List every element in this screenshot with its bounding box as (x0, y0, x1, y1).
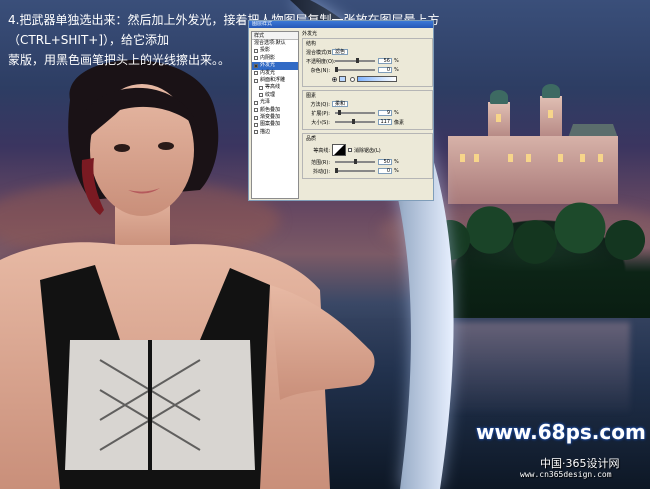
style-checkbox[interactable] (254, 108, 258, 113)
style-list-item[interactable]: 光泽 (252, 99, 298, 106)
technique-label: 方法(Q): (310, 101, 330, 108)
style-list-item-label: 描边 (260, 128, 271, 135)
outer-glow-panel: 外发光 结构 混合模式(B): 滤色 不透明度(O): 56 % 杂色(N): … (302, 31, 433, 199)
site-watermark: www.68ps.com (476, 420, 646, 444)
spread-label: 扩展(P): (311, 110, 330, 117)
noise-unit: % (394, 67, 399, 73)
style-checkbox[interactable] (254, 49, 258, 54)
style-list-item-label: 颜色叠加 (260, 106, 281, 113)
technique-select[interactable]: 柔和 (332, 101, 349, 107)
style-list-item[interactable]: 图案叠加 (252, 121, 298, 128)
style-list-header[interactable]: 样式 (252, 32, 298, 40)
layer-style-dialog: 图层样式 样式 混合选项:默认 投影 内阴影 外发光 内发光 斜面和浮雕 等高线 纹理 光泽 颜色… (248, 20, 434, 201)
glow-color-swatch[interactable] (339, 76, 346, 82)
style-list-item-label: 内发光 (260, 69, 276, 76)
style-checkbox[interactable] (254, 56, 258, 61)
style-checkbox[interactable] (254, 130, 258, 135)
style-list-item[interactable]: 描边 (252, 129, 298, 136)
style-checkbox[interactable] (254, 63, 258, 68)
style-list-item[interactable]: 投影 (252, 47, 298, 54)
contour-label: 等高线: (313, 147, 330, 154)
style-list-item-label: 光泽 (260, 99, 271, 106)
style-list-item[interactable]: 内发光 (252, 70, 298, 77)
style-list-item[interactable]: 外发光 (252, 62, 298, 70)
size-slider[interactable] (335, 119, 375, 124)
size-label: 大小(S): (311, 119, 330, 126)
style-list-item[interactable]: 颜色叠加 (252, 107, 298, 114)
jitter-input[interactable]: 0 (378, 168, 392, 174)
jitter-slider[interactable] (335, 168, 375, 173)
jitter-unit: % (394, 168, 399, 174)
style-checkbox[interactable] (259, 93, 263, 98)
opacity-slider[interactable] (335, 58, 375, 63)
cn-watermark: 中国·365设计网 (540, 457, 620, 470)
anti-alias-label: 消除锯齿(L) (354, 147, 381, 154)
blend-mode-select[interactable]: 滤色 (332, 49, 349, 55)
noise-slider-knob[interactable] (335, 67, 338, 72)
style-list-item[interactable]: 纹理 (252, 92, 298, 99)
blend-mode-label: 混合模式(B): (306, 49, 336, 56)
range-unit: % (394, 159, 399, 165)
style-list-item[interactable]: 等高线 (252, 84, 298, 91)
style-list-item-label: 投影 (260, 47, 271, 54)
spread-unit: % (394, 110, 399, 116)
style-list-item[interactable]: 混合选项:默认 (252, 40, 298, 47)
spread-input[interactable]: 9 (378, 110, 392, 116)
structure-group: 结构 混合模式(B): 滤色 不透明度(O): 56 % 杂色(N): 0 % (302, 38, 433, 87)
range-input[interactable]: 50 (378, 159, 392, 165)
outer-glow-title: 外发光 (302, 31, 318, 37)
style-checkbox[interactable] (254, 78, 258, 83)
dialog-title: 图层样式 (249, 21, 433, 28)
glow-gradient-swatch[interactable] (357, 76, 397, 82)
style-checkbox[interactable] (259, 86, 263, 91)
opacity-input[interactable]: 56 (378, 58, 392, 64)
range-slider-knob[interactable] (353, 159, 357, 164)
size-slider-knob[interactable] (352, 119, 356, 124)
gradient-radio[interactable] (350, 76, 355, 82)
structure-title: 结构 (306, 41, 317, 47)
noise-slider[interactable] (335, 67, 375, 72)
range-label: 范围(R): (310, 159, 330, 166)
opacity-label: 不透明度(O): (306, 58, 336, 65)
spread-slider-knob[interactable] (338, 110, 342, 115)
contour-picker[interactable] (332, 144, 346, 156)
style-checkbox[interactable] (254, 100, 258, 105)
jitter-label: 抖动(J): (312, 168, 330, 175)
quality-group: 品质 等高线: 消除锯齿(L) 范围(R): 50 % 抖动(J): 0 % (302, 133, 433, 179)
noise-input[interactable]: 0 (378, 67, 392, 73)
noise-label: 杂色(N): (310, 67, 330, 74)
size-unit: 像素 (394, 119, 405, 126)
spread-slider[interactable] (335, 110, 375, 115)
elements-title: 图素 (306, 93, 317, 99)
style-list-item-label: 等高线 (265, 84, 281, 91)
style-list: 样式 混合选项:默认 投影 内阴影 外发光 内发光 斜面和浮雕 等高线 纹理 光泽 颜色叠加 渐变叠… (251, 31, 299, 199)
anti-alias-checkbox[interactable] (348, 148, 352, 152)
quality-title: 品质 (306, 136, 317, 142)
style-list-item[interactable]: 内阴影 (252, 55, 298, 62)
style-list-item-label: 图案叠加 (260, 121, 281, 128)
style-checkbox[interactable] (254, 115, 258, 120)
solid-color-radio[interactable] (332, 76, 337, 82)
opacity-slider-knob[interactable] (355, 58, 359, 63)
elements-group: 图素 方法(Q): 柔和 扩展(P): 9 % 大小(S): 117 像素 (302, 90, 433, 130)
style-list-item-label: 外发光 (260, 62, 276, 69)
style-checkbox[interactable] (254, 71, 258, 76)
url-watermark: www.cn365design.com (520, 470, 612, 479)
opacity-unit: % (394, 58, 399, 64)
jitter-slider-knob[interactable] (335, 168, 338, 173)
size-input[interactable]: 117 (378, 119, 392, 125)
range-slider[interactable] (335, 159, 375, 164)
style-checkbox[interactable] (254, 122, 258, 127)
